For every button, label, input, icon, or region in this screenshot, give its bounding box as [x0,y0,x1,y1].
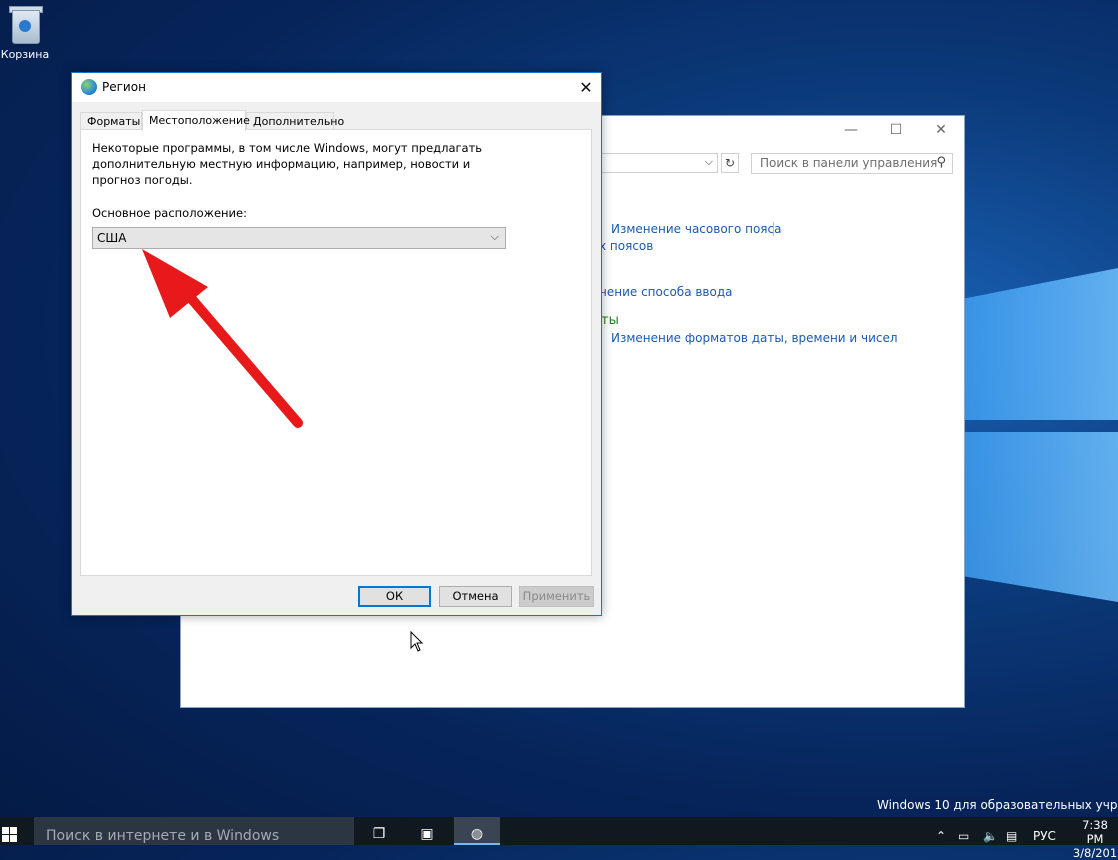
clock[interactable]: 7:38 PM 3/8/201 [1072,818,1118,860]
minimize-icon[interactable]: — [831,122,871,138]
chevron-up-icon[interactable]: ⌃ [936,817,946,855]
clock-date: 3/8/201 [1072,846,1118,860]
taskbar: Поиск в интернете и в Windows ❐ ▣ ◍ ⌃ ▭ … [0,817,1118,860]
cancel-button[interactable]: Отмена [439,586,512,607]
input-method-link[interactable]: нение способа ввода [599,285,733,299]
apply-button[interactable]: Применить [519,586,594,607]
tab-advanced[interactable]: Дополнительно [246,112,344,130]
clock-time: 7:38 PM [1082,818,1108,846]
edition-watermark: Windows 10 для образовательных учрежден [877,798,1118,812]
taskbar-search-input[interactable]: Поиск в интернете и в Windows [34,817,354,845]
close-icon[interactable]: ✕ [921,122,961,138]
region-taskbar-icon[interactable]: ◍ [454,817,500,845]
dialog-title: Регион [102,80,146,94]
refresh-icon[interactable]: ↻ [721,153,739,173]
language-indicator[interactable]: РУС [1033,817,1056,855]
link-separator [773,222,774,236]
location-tab-panel: Некоторые программы, в том числе Windows… [80,129,592,576]
start-button[interactable] [0,817,34,845]
recycle-bin-icon [6,4,44,44]
change-formats-link[interactable]: Изменение форматов даты, времени и чисел [611,331,898,345]
maximize-icon[interactable]: ☐ [876,122,916,138]
recycle-bin-label: Корзина [0,48,50,61]
ok-button[interactable]: ОК [358,586,431,607]
address-bar[interactable]: ⌵ [601,153,718,173]
volume-icon[interactable]: 🔈 [983,817,998,855]
location-description: Некоторые программы, в том числе Windows… [92,141,483,187]
control-panel-taskbar-icon[interactable]: ▣ [404,817,450,845]
location-label: Основное расположение: [92,206,247,220]
location-select[interactable]: США ⌵ [92,227,506,249]
region-dialog[interactable]: Регион ✕ Форматы Местоположение Дополнит… [71,72,602,616]
chevron-down-icon: ⌵ [490,230,499,243]
close-icon[interactable]: ✕ [571,73,601,102]
mouse-cursor-icon [410,631,424,652]
search-icon: ⚲ [936,155,946,170]
location-value: США [97,231,127,245]
change-timezone-link[interactable]: Изменение часового пояса [611,222,781,236]
chevron-down-icon[interactable]: ⌵ [705,155,713,169]
notifications-icon[interactable]: ▤ [1006,817,1017,855]
dialog-titlebar[interactable]: Регион ✕ [72,73,601,102]
control-panel-search-input[interactable]: Поиск в панели управления ⚲ [751,153,953,174]
tab-location[interactable]: Местоположение [142,110,250,131]
task-view-icon[interactable]: ❐ [356,817,402,845]
globe-icon [81,79,97,95]
recycle-bin-desktop-icon[interactable]: Корзина [0,4,50,61]
section-heading[interactable]: ты [601,313,619,328]
timezones-link[interactable]: х поясов [599,239,653,253]
tab-formats[interactable]: Форматы [80,112,142,130]
network-icon[interactable]: ▭ [958,817,969,855]
windows-logo-wallpaper [960,250,1118,680]
